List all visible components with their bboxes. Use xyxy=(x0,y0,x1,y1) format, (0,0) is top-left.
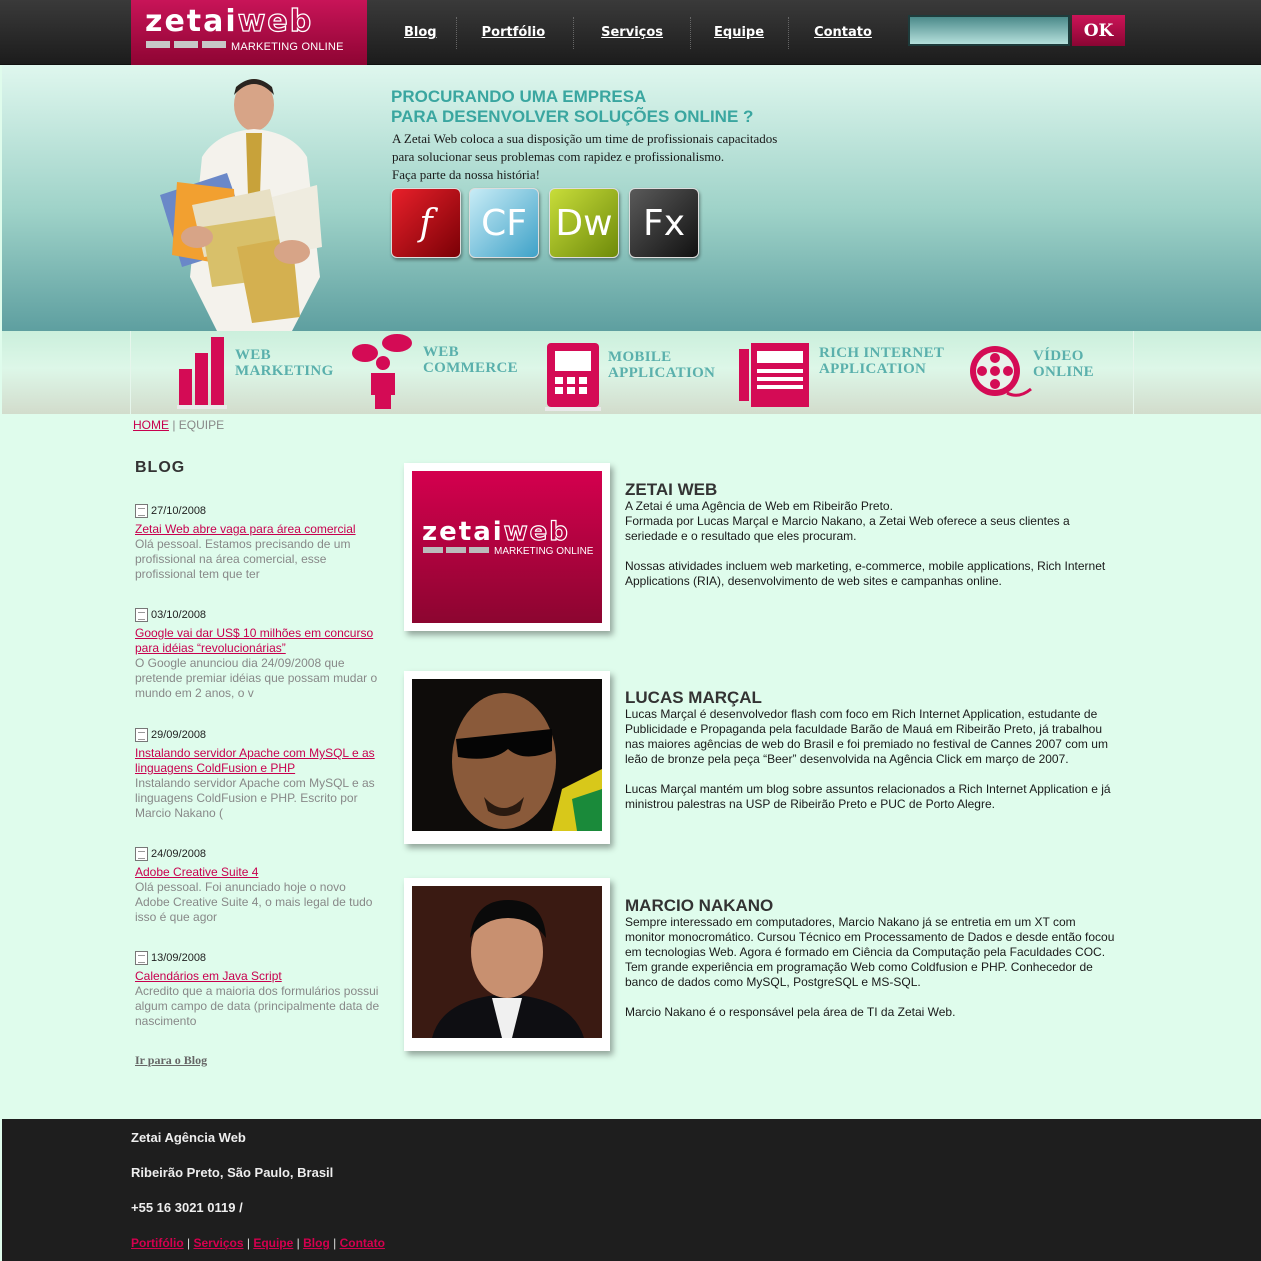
nav-divider xyxy=(788,16,790,49)
logo-tagline: MARKETING ONLINE xyxy=(231,41,344,53)
nav-divider xyxy=(455,16,457,49)
blog-post: 27/10/2008 Zetai Web abre vaga para área… xyxy=(135,503,380,582)
go-to-blog-link[interactable]: Ir para o Blog xyxy=(135,1053,207,1068)
blog-heading: BLOG xyxy=(135,459,186,476)
service-rich-internet-application[interactable]: RICH INTERNET APPLICATION xyxy=(739,331,949,414)
blog-post: 29/09/2008 Instalando servidor Apache co… xyxy=(135,727,380,821)
bar-chart-icon xyxy=(177,337,227,409)
post-excerpt: Olá pessoal. Foi anunciado hoje o novo A… xyxy=(135,880,373,924)
site-logo[interactable]: zetaiweb MARKETING ONLINE xyxy=(131,0,367,65)
post-date: 27/10/2008 xyxy=(135,503,380,519)
marcio-nakano-photo xyxy=(412,886,602,1038)
footer-phone: +55 16 3021 0119 / xyxy=(131,1200,243,1215)
main-nav: Blog Portfólio Serviços Equipe Contato xyxy=(380,0,872,65)
footer-link-blog[interactable]: Blog xyxy=(303,1236,330,1250)
post-link[interactable]: Instalando servidor Apache com MySQL e a… xyxy=(135,746,380,776)
breadcrumb-separator: | xyxy=(169,418,179,432)
service-label: MOBILE APPLICATION xyxy=(608,349,716,381)
services-container: WEB MARKETING WEB COMMERCE MOBILE APPLIC… xyxy=(130,331,1134,414)
member-bio: Lucas Marçal é desenvolvedor flash com f… xyxy=(625,707,1111,811)
member-name: ZETAI WEB xyxy=(625,480,718,499)
footer-links: Portifólio | Serviços | Equipe | Blog | … xyxy=(131,1236,385,1250)
breadcrumb: HOME | EQUIPE xyxy=(133,418,224,432)
flex-icon: Fx xyxy=(629,188,699,258)
document-icon xyxy=(135,847,148,861)
post-excerpt: Acredito que a maioria dos formulários p… xyxy=(135,984,380,1028)
coldfusion-icon: CF xyxy=(469,188,539,258)
post-link[interactable]: Adobe Creative Suite 4 xyxy=(135,865,380,880)
search-input[interactable] xyxy=(908,15,1070,46)
businessman-with-papers-image xyxy=(160,79,322,331)
nav-equipe[interactable]: Equipe xyxy=(714,25,764,40)
service-video-online[interactable]: VÍDEO ONLINE xyxy=(967,331,1127,414)
member-bio: Sempre interessado em computadores, Marc… xyxy=(625,915,1115,1019)
member-name: LUCAS MARÇAL xyxy=(625,688,762,707)
nav-servicos[interactable]: Serviços xyxy=(601,25,663,40)
mobile-phone-icon xyxy=(545,343,601,411)
hero-headline: PROCURANDO UMA EMPRESA PARA DESENVOLVER … xyxy=(391,87,754,126)
site-footer: Zetai Agência Web Ribeirão Preto, São Pa… xyxy=(2,1119,1261,1261)
logo-bars xyxy=(146,41,226,48)
footer-link-contato[interactable]: Contato xyxy=(340,1236,385,1250)
post-date: 13/09/2008 xyxy=(135,950,380,966)
nav-contato[interactable]: Contato xyxy=(814,25,872,40)
member-name: MARCIO NAKANO xyxy=(625,896,774,915)
footer-link-portfolio[interactable]: Portifólio xyxy=(131,1236,184,1250)
service-web-marketing[interactable]: WEB MARKETING xyxy=(177,331,337,414)
services-strip: WEB MARKETING WEB COMMERCE MOBILE APPLIC… xyxy=(2,331,1261,414)
post-excerpt: Olá pessoal. Estamos precisando de um pr… xyxy=(135,537,351,581)
breadcrumb-home[interactable]: HOME xyxy=(133,418,169,432)
member-bio: A Zetai é uma Agência de Web em Ribeirão… xyxy=(625,499,1106,588)
team-photo-frame xyxy=(404,671,610,844)
footer-link-servicos[interactable]: Serviços xyxy=(193,1236,243,1250)
document-icon xyxy=(135,608,148,622)
person-speech-icon xyxy=(352,334,412,409)
logo-wordmark: zetaiweb xyxy=(145,4,314,39)
service-label: RICH INTERNET APPLICATION xyxy=(819,345,945,377)
post-date: 24/09/2008 xyxy=(135,846,380,862)
footer-company: Zetai Agência Web xyxy=(131,1130,246,1145)
blog-post: 13/09/2008 Calendários em Java Script Ac… xyxy=(135,950,380,1029)
post-link[interactable]: Google vai dar US$ 10 milhões em concurs… xyxy=(135,626,380,656)
search-ok-button[interactable]: OK xyxy=(1072,15,1125,46)
document-icon xyxy=(135,504,148,518)
service-label: VÍDEO ONLINE xyxy=(1033,348,1094,380)
nav-divider xyxy=(690,16,692,49)
service-web-commerce[interactable]: WEB COMMERCE xyxy=(351,331,526,414)
site-header: zetaiweb MARKETING ONLINE Blog Portfólio… xyxy=(0,0,1261,65)
blog-post: 03/10/2008 Google vai dar US$ 10 milhões… xyxy=(135,607,380,701)
blog-post: 24/09/2008 Adobe Creative Suite 4 Olá pe… xyxy=(135,846,380,925)
dreamweaver-icon: Dw xyxy=(549,188,619,258)
browser-window-icon xyxy=(739,343,809,407)
service-label: WEB COMMERCE xyxy=(423,344,518,376)
post-link[interactable]: Calendários em Java Script xyxy=(135,969,380,984)
breadcrumb-current: EQUIPE xyxy=(178,418,225,432)
post-date: 03/10/2008 xyxy=(135,607,380,623)
hero-banner: PROCURANDO UMA EMPRESA PARA DESENVOLVER … xyxy=(2,65,1261,331)
film-reel-icon xyxy=(970,346,1032,397)
zetai-logo-image: zetaiweb MARKETING ONLINE xyxy=(412,471,602,623)
lucas-marcal-photo xyxy=(412,679,602,831)
service-mobile-application[interactable]: MOBILE APPLICATION xyxy=(545,331,725,414)
post-excerpt: Instalando servidor Apache com MySQL e a… xyxy=(135,776,375,820)
post-excerpt: O Google anunciou dia 24/09/2008 que pre… xyxy=(135,656,378,700)
hero-description: A Zetai Web coloca a sua disposição um t… xyxy=(392,131,778,182)
post-link[interactable]: Zetai Web abre vaga para área comercial xyxy=(135,522,380,537)
footer-location: Ribeirão Preto, São Paulo, Brasil xyxy=(131,1165,334,1180)
nav-portfolio[interactable]: Portfólio xyxy=(482,25,546,40)
nav-blog[interactable]: Blog xyxy=(404,25,437,40)
document-icon xyxy=(135,951,148,965)
service-label: WEB MARKETING xyxy=(235,347,334,379)
footer-link-equipe[interactable]: Equipe xyxy=(253,1236,293,1250)
team-photo-frame xyxy=(404,878,610,1051)
post-date: 29/09/2008 xyxy=(135,727,380,743)
document-icon xyxy=(135,728,148,742)
nav-divider xyxy=(573,16,575,49)
team-photo-frame: zetaiweb MARKETING ONLINE xyxy=(404,463,610,631)
flash-icon: f xyxy=(391,188,461,258)
